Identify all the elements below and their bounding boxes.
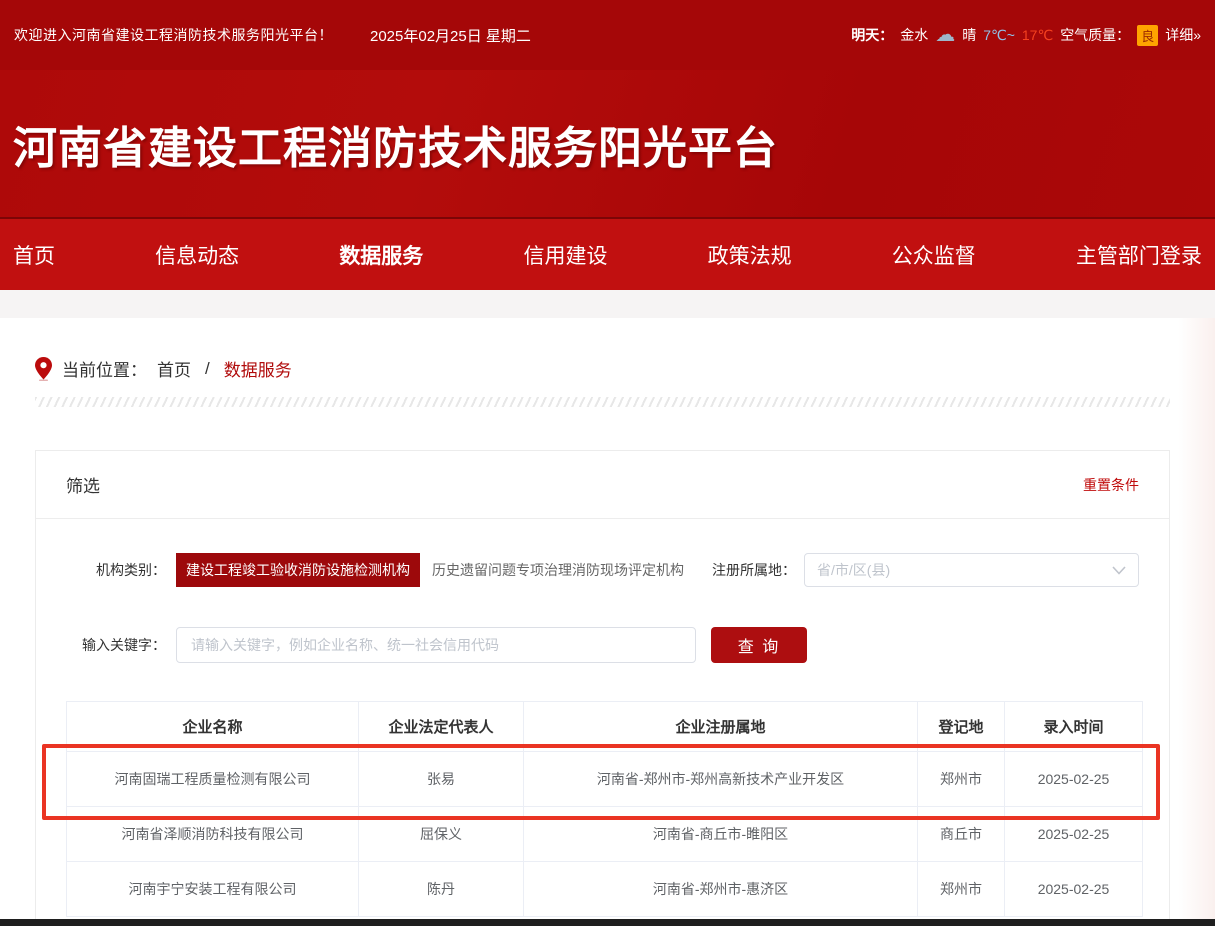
reset-filters-link[interactable]: 重置条件	[1083, 475, 1139, 495]
cell-legal-rep: 张易	[359, 752, 524, 807]
col-registration-place: 登记地	[918, 702, 1005, 752]
breadcrumb: 当前位置： 首页 / 数据服务	[35, 356, 1215, 381]
bottom-window-edge	[0, 919, 1215, 926]
keyword-label: 输入关键字：	[66, 635, 166, 655]
col-registered-region: 企业注册属地	[524, 702, 918, 752]
site-banner: 河南省建设工程消防技术服务阳光平台	[0, 70, 1215, 217]
cell-registered-region: 河南省-郑州市-惠济区	[524, 862, 918, 917]
filter-panel-header: 筛选 重置条件	[36, 451, 1169, 519]
cell-registration-place: 郑州市	[918, 752, 1005, 807]
col-company-name: 企业名称	[67, 702, 359, 752]
air-quality-label: 空气质量：	[1060, 25, 1130, 45]
cell-registered-region: 河南省-郑州市-郑州高新技术产业开发区	[524, 752, 918, 807]
nav-shadow-strip	[0, 290, 1215, 318]
slash-divider	[35, 397, 1170, 407]
air-quality-badge: 良	[1137, 25, 1158, 46]
weather-condition: 晴	[962, 25, 976, 45]
nav-item-admin-login[interactable]: 主管部门登录	[1076, 240, 1202, 270]
cell-entry-date: 2025-02-25	[1005, 862, 1143, 917]
weather-detail-link[interactable]: 详细»	[1165, 25, 1201, 45]
cell-registration-place: 郑州市	[918, 862, 1005, 917]
region-select-placeholder: 省/市/区(县)	[817, 560, 890, 580]
filter-row-keyword: 输入关键字： 查 询	[66, 627, 1139, 663]
region-group: 注册所属地： 省/市/区(县)	[712, 553, 1139, 587]
cell-entry-date: 2025-02-25	[1005, 752, 1143, 807]
cell-registration-place: 商丘市	[918, 807, 1005, 862]
results-table: 企业名称 企业法定代表人 企业注册属地 登记地 录入时间 河南固瑞工程质量检测有…	[66, 701, 1143, 917]
top-info-bar: 欢迎进入河南省建设工程消防技术服务阳光平台！ 2025年02月25日 星期二 明…	[0, 0, 1215, 70]
cell-legal-rep: 屈保义	[359, 807, 524, 862]
site-title: 河南省建设工程消防技术服务阳光平台	[13, 112, 778, 176]
filter-row-category: 机构类别： 建设工程竣工验收消防设施检测机构 历史遗留问题专项治理消防现场评定机…	[66, 553, 1139, 587]
page-content: 当前位置： 首页 / 数据服务 筛选 重置条件 机构类别： 建设工程竣工验收消防…	[0, 290, 1215, 926]
filter-panel: 筛选 重置条件 机构类别： 建设工程竣工验收消防设施检测机构 历史遗留问题专项治…	[35, 450, 1170, 926]
col-entry-date: 录入时间	[1005, 702, 1143, 752]
nav-item-credit[interactable]: 信用建设	[523, 240, 607, 270]
breadcrumb-current: 数据服务	[224, 356, 292, 381]
table-row-1[interactable]: 河南固瑞工程质量检测有限公司 张易 河南省-郑州市-郑州高新技术产业开发区 郑州…	[67, 752, 1143, 807]
cloud-icon: ☁	[935, 25, 955, 45]
col-legal-rep: 企业法定代表人	[359, 702, 524, 752]
nav-item-data-service[interactable]: 数据服务	[339, 240, 423, 270]
table-row-2[interactable]: 河南省泽顺消防科技有限公司 屈保义 河南省-商丘市-睢阳区 商丘市 2025-0…	[67, 807, 1143, 862]
nav-item-news[interactable]: 信息动态	[155, 240, 239, 270]
chevron-down-icon	[1112, 566, 1126, 575]
breadcrumb-label: 当前位置：	[62, 356, 147, 381]
weather-widget: 明天： 金水 ☁ 晴 7℃~ 17℃ 空气质量： 良 详细»	[851, 25, 1201, 46]
cell-entry-date: 2025-02-25	[1005, 807, 1143, 862]
welcome-text: 欢迎进入河南省建设工程消防技术服务阳光平台！	[14, 25, 333, 45]
location-pin-icon	[35, 357, 52, 381]
cell-company-name: 河南固瑞工程质量检测有限公司	[67, 752, 359, 807]
nav-item-home[interactable]: 首页	[13, 240, 55, 270]
results-table-head: 企业名称 企业法定代表人 企业注册属地 登记地 录入时间	[67, 702, 1143, 752]
nav-item-public-supervision[interactable]: 公众监督	[892, 240, 976, 270]
weather-tomorrow-label: 明天：	[851, 25, 893, 45]
cell-registered-region: 河南省-商丘市-睢阳区	[524, 807, 918, 862]
temp-low: 7℃~	[983, 27, 1015, 44]
header-row: 企业名称 企业法定代表人 企业注册属地 登记地 录入时间	[67, 702, 1143, 752]
cell-company-name: 河南宇宁安装工程有限公司	[67, 862, 359, 917]
cell-legal-rep: 陈丹	[359, 862, 524, 917]
category-option-unselected[interactable]: 历史遗留问题专项治理消防现场评定机构	[432, 560, 684, 580]
region-label: 注册所属地：	[712, 560, 796, 580]
breadcrumb-home-link[interactable]: 首页	[157, 356, 191, 381]
keyword-input[interactable]	[176, 627, 696, 663]
main-nav: 首页 信息动态 数据服务 信用建设 政策法规 公众监督 主管部门登录	[0, 217, 1215, 290]
results-table-body: 河南固瑞工程质量检测有限公司 张易 河南省-郑州市-郑州高新技术产业开发区 郑州…	[67, 752, 1143, 917]
category-option-selected[interactable]: 建设工程竣工验收消防设施检测机构	[176, 553, 420, 587]
nav-item-policy[interactable]: 政策法规	[708, 240, 792, 270]
temp-high: 17℃	[1022, 27, 1053, 44]
filter-title: 筛选	[66, 472, 100, 497]
search-button[interactable]: 查 询	[711, 627, 807, 663]
breadcrumb-separator: /	[205, 359, 210, 379]
cell-company-name: 河南省泽顺消防科技有限公司	[67, 807, 359, 862]
table-row-3[interactable]: 河南宇宁安装工程有限公司 陈丹 河南省-郑州市-惠济区 郑州市 2025-02-…	[67, 862, 1143, 917]
region-select[interactable]: 省/市/区(县)	[804, 553, 1139, 587]
weather-city: 金水	[900, 25, 928, 45]
category-label: 机构类别：	[66, 560, 166, 580]
date-text: 2025年02月25日 星期二	[370, 25, 531, 46]
